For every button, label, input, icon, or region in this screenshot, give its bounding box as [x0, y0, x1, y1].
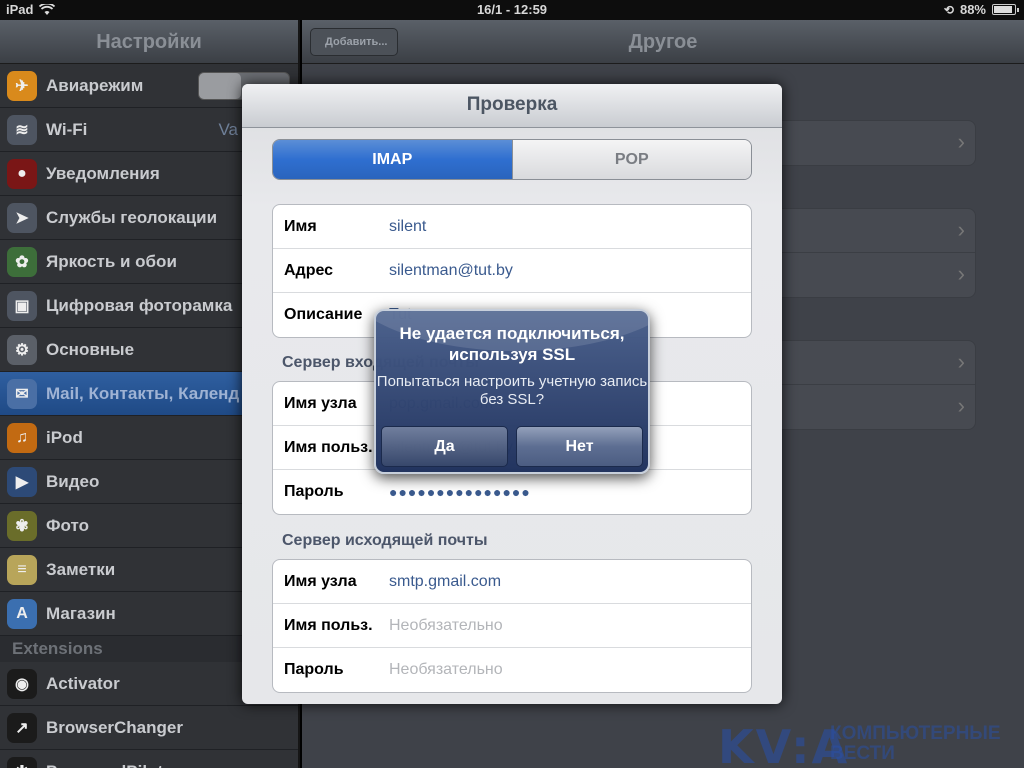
field-value[interactable]: ●●●●●●●●●●●●●●●: [389, 484, 531, 500]
sidebar-item-value: Va: [218, 119, 238, 139]
field-label: Имя узла: [284, 394, 357, 412]
field-label: Имя польз.: [284, 616, 373, 634]
form-row[interactable]: Имя silent: [273, 205, 751, 249]
battery-icon: [992, 4, 1019, 15]
outgoing-server-title: Сервер исходящей почты: [282, 532, 488, 549]
field-label: Пароль: [284, 483, 344, 500]
protocol-segmented-control: IMAP POP: [272, 139, 752, 180]
detail-navbar: Другое Добавить...: [302, 20, 1024, 64]
sidebar-item-label: Службы геолокации: [46, 207, 218, 227]
browser-changer-icon: ↗: [7, 712, 37, 743]
sunflower-icon: ✾: [7, 510, 37, 541]
sheet-title: Проверка: [242, 84, 782, 128]
wifi-icon: ≋: [7, 114, 37, 145]
field-value[interactable]: Необязательно: [389, 617, 503, 635]
sidebar-item-label: Видео: [46, 471, 100, 491]
toggle-knob: [199, 73, 241, 99]
watermark-line-1: КОМПЬЮТЕРНЫЕ: [830, 723, 1001, 744]
sidebar-item-label: Основные: [46, 339, 135, 359]
gear-icon: ⚙: [7, 334, 37, 365]
alert-no-button[interactable]: Нет: [516, 426, 643, 467]
alert-title: Не удается подключиться, используя SSL: [399, 324, 625, 364]
field-value[interactable]: Необязательно: [389, 661, 503, 679]
notes-icon: ≡: [7, 554, 37, 585]
sidebar-item-label: Activator: [46, 673, 120, 693]
sidebar-item-label: Заметки: [46, 559, 116, 579]
sidebar-item[interactable]: ✱ PasswordPilot: [0, 750, 298, 768]
field-value[interactable]: silent: [389, 218, 426, 236]
field-value[interactable]: smtp.gmail.com: [389, 573, 501, 591]
form-row[interactable]: Пароль ●●●●●●●●●●●●●●●: [273, 470, 751, 514]
field-value[interactable]: silentman@tut.by: [389, 262, 513, 280]
form-row[interactable]: Имя польз. Необязательно: [273, 604, 751, 648]
battery-percent: 88%: [959, 2, 986, 17]
back-button[interactable]: Добавить...: [310, 28, 399, 56]
sidebar-title: Настройки: [0, 20, 298, 64]
password-pilot-icon: ✱: [7, 756, 37, 768]
detail-title: Другое: [628, 31, 698, 53]
form-row[interactable]: Пароль Необязательно: [273, 648, 751, 692]
alert-yes-button[interactable]: Да: [381, 426, 508, 467]
sidebar-item-label: Авиарежим: [46, 75, 144, 95]
store-icon: A: [7, 598, 37, 629]
sidebar-item-label: Фото: [46, 515, 89, 535]
field-label: Имя: [284, 217, 317, 235]
sidebar-item-label: BrowserChanger: [46, 717, 183, 737]
sidebar-item-label: Wi-Fi: [46, 119, 88, 139]
tab-imap[interactable]: IMAP: [273, 140, 512, 179]
sidebar-item[interactable]: ↗ BrowserChanger: [0, 706, 298, 750]
sidebar-item-label: Цифровая фоторамка: [46, 295, 233, 315]
flower-icon: ✿: [7, 246, 37, 277]
ipod-icon: ♫: [7, 422, 37, 453]
outgoing-fields-group: Имя узла smtp.gmail.com Имя польз. Необязат…: [272, 559, 752, 693]
location-icon: ➤: [7, 202, 37, 233]
field-label: Имя узла: [284, 572, 357, 590]
tab-pop[interactable]: POP: [511, 140, 751, 179]
mail-icon: ✉: [7, 378, 37, 409]
watermark-logo: KV:A КОМПЬЮТЕРНЫЕ ВЕСТИ: [718, 720, 1024, 768]
ssl-alert-dialog: Не удается подключиться, используя SSL П…: [374, 309, 650, 474]
airplane-icon: ✈: [7, 70, 37, 101]
status-time: 16/1 - 12:59: [476, 2, 548, 17]
sidebar-item-label: Магазин: [46, 603, 116, 623]
form-row[interactable]: Имя узла smtp.gmail.com: [273, 560, 751, 604]
sidebar-item-label: iPod: [46, 427, 83, 447]
sidebar-item-label: Яркость и обои: [46, 251, 177, 271]
watermark-line-2: ВЕСТИ: [830, 743, 895, 764]
sidebar-item-label: Mail, Контакты, Календ: [46, 383, 240, 403]
field-label: Пароль: [284, 661, 344, 678]
alert-message: Попытаться настроить учетную запись без …: [376, 373, 648, 408]
field-label: Адрес: [284, 261, 334, 279]
sidebar-item-label: Уведомления: [46, 163, 160, 183]
activator-icon: ◉: [7, 668, 37, 699]
photo-frame-icon: ▣: [7, 290, 37, 321]
status-bar: iPad 16/1 - 12:59 ⟲ 88%: [0, 0, 1024, 20]
field-label: Имя польз.: [284, 438, 373, 456]
sidebar-item-label: PasswordPilot: [46, 762, 163, 768]
video-icon: ▶: [7, 466, 37, 497]
form-row[interactable]: Адрес silentman@tut.by: [273, 249, 751, 293]
notifications-icon: ●: [7, 158, 37, 189]
rotation-lock-icon: ⟲: [943, 2, 954, 17]
field-label: Описание: [284, 306, 363, 323]
